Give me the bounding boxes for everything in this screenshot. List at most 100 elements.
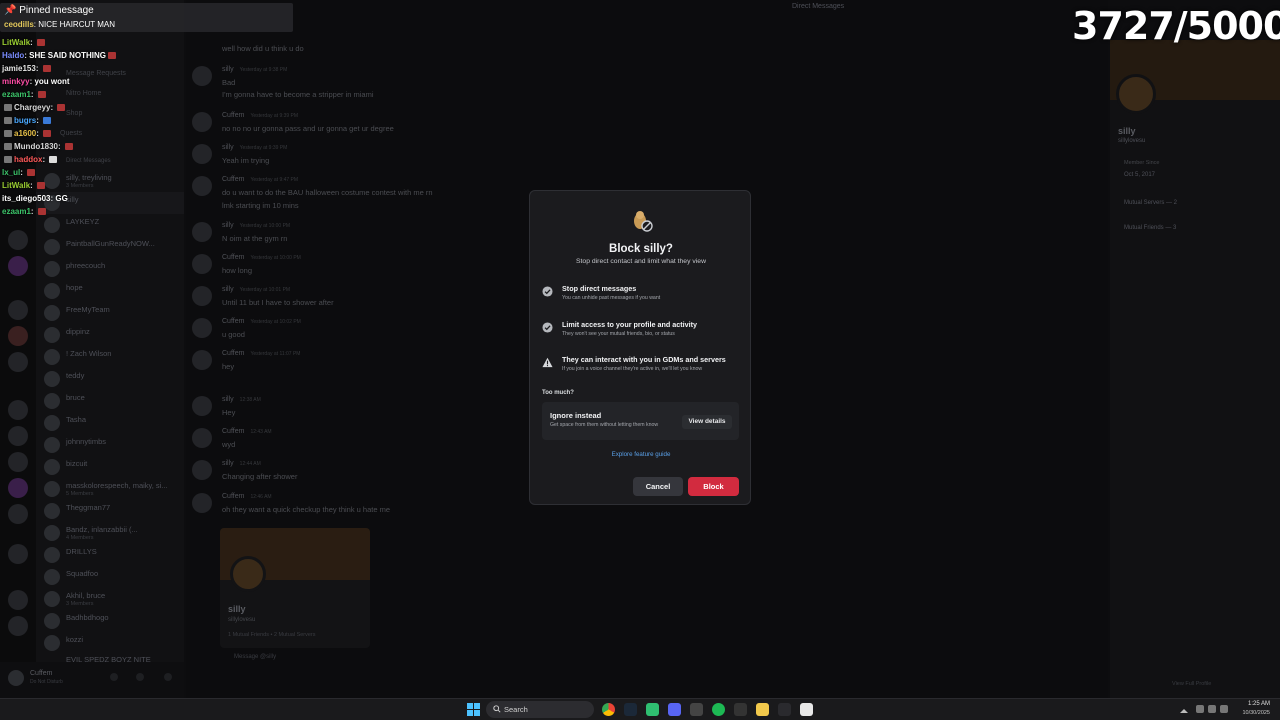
network-icon[interactable]: [1208, 705, 1216, 713]
message-author[interactable]: Cuffem: [222, 318, 244, 325]
dm-item[interactable]: Akhil, bruce 3 Members: [36, 588, 184, 610]
avatar[interactable]: [192, 144, 212, 164]
message-author[interactable]: silly: [222, 66, 234, 73]
dm-item[interactable]: Bandz, inlanzabbii (... 4 Members: [36, 522, 184, 544]
avatar[interactable]: [192, 460, 212, 480]
dm-item[interactable]: FreeMyTeam: [36, 302, 184, 324]
chevron-up-icon[interactable]: [1180, 705, 1188, 713]
server-icon[interactable]: [8, 590, 28, 610]
mic-icon[interactable]: [1196, 705, 1204, 713]
message-author[interactable]: Cuffem: [222, 112, 244, 119]
message-author[interactable]: Cuffem: [222, 254, 244, 261]
avatar[interactable]: [192, 493, 212, 513]
server-icon[interactable]: [8, 452, 28, 472]
avatar[interactable]: [192, 350, 212, 370]
message-author[interactable]: Cuffem: [222, 176, 244, 183]
avatar[interactable]: [192, 286, 212, 306]
clock-time[interactable]: 1:25 AM: [1240, 701, 1270, 707]
dm-item[interactable]: bizcuit: [36, 456, 184, 478]
dm-item[interactable]: Badhbdhogo: [36, 610, 184, 632]
dm-item[interactable]: kozzi: [36, 632, 184, 654]
gear-icon[interactable]: [164, 673, 172, 681]
terminal-icon[interactable]: [778, 703, 791, 716]
dm-list-item[interactable]: Quests: [60, 130, 82, 137]
server-icon[interactable]: [8, 230, 28, 250]
avatar[interactable]: [192, 396, 212, 416]
server-icon[interactable]: [8, 326, 28, 346]
app-icon[interactable]: [646, 703, 659, 716]
app-icon[interactable]: [800, 703, 813, 716]
chrome-icon[interactable]: [602, 703, 615, 716]
dm-list-item[interactable]: Nitro Home: [66, 90, 101, 97]
message-author[interactable]: Cuffem: [222, 493, 244, 500]
server-icon[interactable]: [8, 256, 28, 276]
avatar[interactable]: [8, 670, 24, 686]
dm-item[interactable]: ! Zach Wilson: [36, 346, 184, 368]
dm-item-name: johnnytimbs: [66, 437, 107, 446]
dm-item[interactable]: phreecouch: [36, 258, 184, 280]
server-icon[interactable]: [8, 478, 28, 498]
spotify-icon[interactable]: [712, 703, 725, 716]
dm-list-item[interactable]: Message Requests: [66, 70, 126, 77]
dm-item[interactable]: Squadfoo: [36, 566, 184, 588]
message-author[interactable]: silly: [222, 286, 234, 293]
windows-start-icon[interactable]: [467, 703, 480, 716]
block-button[interactable]: Block: [688, 477, 739, 496]
dm-item[interactable]: bruce: [36, 390, 184, 412]
cancel-button[interactable]: Cancel: [633, 477, 683, 496]
obs-icon[interactable]: [690, 703, 703, 716]
profile-mutuals[interactable]: 1 Mutual Friends • 2 Mutual Servers: [228, 632, 316, 638]
dm-item[interactable]: Theggman77: [36, 500, 184, 522]
headset-icon[interactable]: [136, 673, 144, 681]
dm-item[interactable]: masskolorespeech, maiky, si... 5 Members: [36, 478, 184, 500]
mutual-friends[interactable]: Mutual Friends — 3: [1124, 225, 1176, 231]
avatar[interactable]: [192, 428, 212, 448]
avatar[interactable]: [1116, 74, 1156, 114]
message-author[interactable]: silly: [222, 460, 234, 467]
discord-icon[interactable]: [668, 703, 681, 716]
dm-item[interactable]: teddy: [36, 368, 184, 390]
message-author[interactable]: Cuffem: [222, 350, 244, 357]
dm-list-item[interactable]: Shop: [66, 110, 82, 117]
message-author[interactable]: Cuffem: [222, 428, 244, 435]
server-icon[interactable]: [8, 300, 28, 320]
mic-icon[interactable]: [110, 673, 118, 681]
dm-item[interactable]: hope: [36, 280, 184, 302]
avatar[interactable]: [192, 112, 212, 132]
server-icon[interactable]: [8, 504, 28, 524]
server-icon[interactable]: [8, 616, 28, 636]
xbox-icon[interactable]: [734, 703, 747, 716]
dm-item[interactable]: Tasha: [36, 412, 184, 434]
clock-date[interactable]: 10/30/2025: [1236, 710, 1270, 716]
steam-icon[interactable]: [624, 703, 637, 716]
server-icon[interactable]: [8, 352, 28, 372]
volume-icon[interactable]: [1220, 705, 1228, 713]
dm-item[interactable]: johnnytimbs: [36, 434, 184, 456]
dm-item[interactable]: DRILLYS: [36, 544, 184, 566]
message-author[interactable]: silly: [222, 144, 234, 151]
message-author[interactable]: silly: [222, 222, 234, 229]
dm-item[interactable]: LAYKEYZ: [36, 214, 184, 236]
dm-item[interactable]: silly, treyliving 3 Members: [36, 170, 184, 192]
dm-item[interactable]: PaintballGunReadyNOW...: [36, 236, 184, 258]
chat-line: ezaam1:: [2, 207, 48, 216]
explore-feature-guide-link[interactable]: Explore feature guide: [530, 451, 752, 458]
avatar[interactable]: [192, 318, 212, 338]
avatar[interactable]: [192, 254, 212, 274]
avatar[interactable]: [192, 222, 212, 242]
view-details-button[interactable]: View details: [682, 415, 732, 429]
server-icon[interactable]: [8, 544, 28, 564]
server-icon[interactable]: [8, 426, 28, 446]
file-explorer-icon[interactable]: [756, 703, 769, 716]
avatar[interactable]: [192, 66, 212, 86]
block-user-dialog: Block silly? Stop direct contact and lim…: [529, 190, 751, 505]
message-input[interactable]: Message @silly: [234, 654, 394, 666]
dm-item[interactable]: dippinz: [36, 324, 184, 346]
view-full-profile[interactable]: View Full Profile: [1172, 681, 1211, 687]
server-icon[interactable]: [8, 400, 28, 420]
avatar[interactable]: [230, 556, 266, 592]
mutual-servers[interactable]: Mutual Servers — 2: [1124, 200, 1177, 206]
taskbar-search[interactable]: Search: [486, 701, 594, 718]
avatar[interactable]: [192, 176, 212, 196]
message-author[interactable]: silly: [222, 396, 234, 403]
